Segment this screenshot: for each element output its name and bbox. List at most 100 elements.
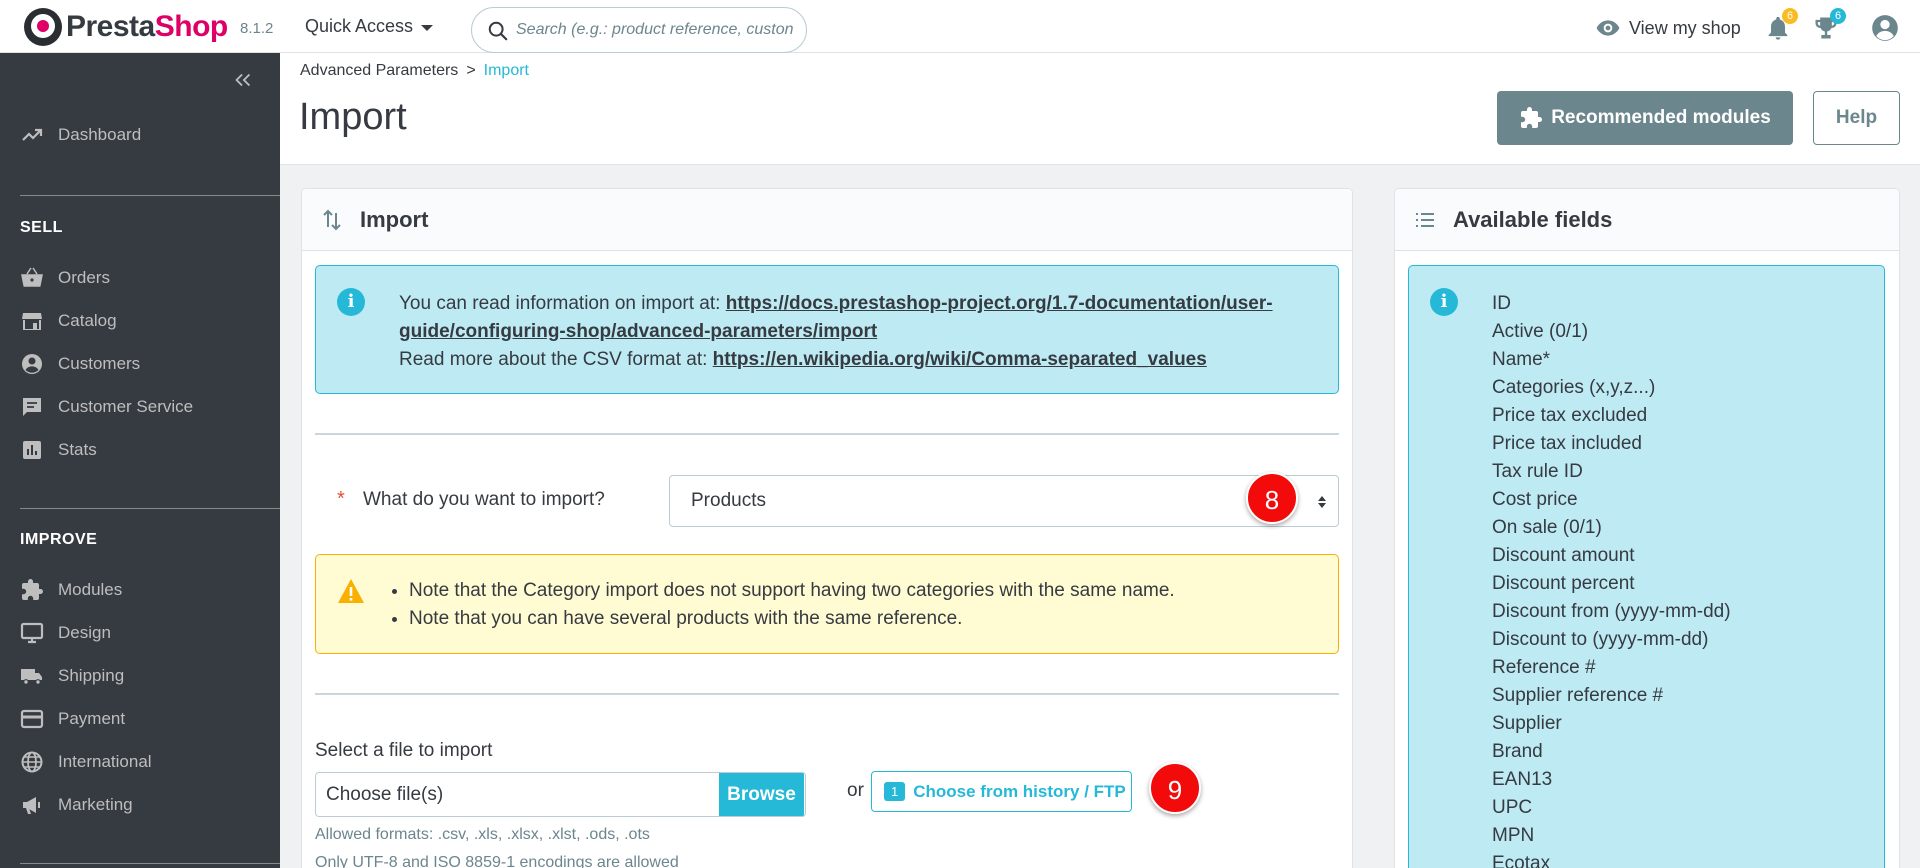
sidebar-item-design[interactable]: Design: [20, 621, 270, 645]
search-input[interactable]: [516, 21, 796, 39]
available-field-item: Supplier reference #: [1492, 685, 1664, 706]
recommended-modules-button[interactable]: Recommended modules: [1497, 91, 1793, 145]
trending-up-icon: [22, 128, 43, 141]
quick-access-label: Quick Access: [305, 16, 414, 36]
available-field-item: Active (0/1): [1492, 321, 1589, 342]
sidebar-item-label: Customers: [58, 354, 141, 373]
history-count-badge: 1: [884, 782, 906, 801]
sidebar-item-label: International: [58, 752, 152, 771]
available-field-item: Discount percent: [1492, 573, 1635, 594]
available-field-item: Reference #: [1492, 657, 1596, 678]
sidebar-item-shipping[interactable]: Shipping: [20, 664, 270, 688]
sidebar-item-label: Shipping: [58, 666, 125, 685]
available-fields-header: Available fields: [1395, 189, 1899, 251]
import-docs-link-part1: https://docs.prestashop-project.org/1.7-…: [725, 293, 1273, 314]
view-my-shop-link[interactable]: View my shop: [1595, 15, 1741, 41]
logo-text-presta: Presta: [66, 10, 155, 43]
sidebar-item-label: Customer Service: [58, 397, 194, 416]
eye-icon: [1596, 20, 1620, 36]
account-button[interactable]: [1871, 14, 1899, 42]
warning-icon: [338, 579, 364, 603]
sidebar-item-international[interactable]: International: [20, 750, 270, 774]
sidebar-item-label: Catalog: [58, 311, 117, 330]
list-icon: [1416, 212, 1434, 227]
chat-icon: [23, 398, 41, 416]
info-text-line2: Read more about the CSV format at:: [399, 349, 713, 370]
sidebar-item-label: Design: [58, 623, 111, 642]
logo-icon: [24, 8, 62, 46]
sidebar-item-label: Marketing: [58, 795, 133, 814]
collapse-sidebar-icon[interactable]: [232, 69, 254, 91]
available-field-item: Name*: [1492, 349, 1551, 370]
sort-arrows-icon: [1318, 496, 1326, 508]
breadcrumb-parent[interactable]: Advanced Parameters: [300, 62, 458, 79]
choose-from-history-button[interactable]: 1 Choose from history / FTP: [871, 771, 1132, 812]
import-export-icon: [323, 209, 341, 230]
breadcrumb-current[interactable]: Import: [484, 62, 529, 79]
available-field-item: EAN13: [1492, 769, 1553, 790]
bar-chart-icon: [23, 441, 41, 459]
shopping-basket-icon: [21, 267, 43, 287]
account-circle-icon: [22, 354, 42, 374]
available-field-item: UPC: [1492, 797, 1533, 818]
desktop-icon: [20, 622, 44, 644]
import-entity-select[interactable]: Products: [669, 475, 1339, 527]
available-field-item: Categories (x,y,z...): [1492, 377, 1656, 398]
page-title: Import: [299, 96, 407, 138]
sidebar-item-modules[interactable]: Modules: [20, 578, 270, 602]
step-marker-8: 8: [1246, 472, 1298, 524]
info-text-line1: You can read information on import at:: [399, 293, 726, 314]
what-to-import-label: What do you want to import?: [363, 489, 605, 510]
info-icon: i: [1430, 288, 1458, 316]
sidebar-item-label: Payment: [58, 709, 126, 728]
puzzle-icon: [22, 579, 43, 600]
sidebar-item-customer-service[interactable]: Customer Service: [20, 395, 270, 419]
orders-notifications-button[interactable]: 6: [1812, 8, 1846, 42]
warning-list: Note that the Category import does not s…: [409, 577, 1175, 633]
warning-item: Note that the Category import does not s…: [409, 577, 1175, 605]
version-label: 8.1.2: [240, 20, 274, 37]
browse-button[interactable]: Browse: [719, 773, 804, 816]
help-button[interactable]: Help: [1813, 91, 1900, 145]
sidebar-divider: [20, 863, 280, 864]
prestashop-logo[interactable]: PrestaShop: [24, 8, 228, 46]
megaphone-icon: [23, 797, 40, 814]
store-icon: [22, 313, 42, 330]
info-icon: i: [337, 288, 365, 316]
sidebar-item-stats[interactable]: Stats: [20, 438, 270, 462]
file-upload-group[interactable]: Choose file(s) Browse: [315, 772, 806, 817]
available-field-item: Ecotax: [1492, 853, 1551, 868]
csv-format-link[interactable]: https://en.wikipedia.org/wiki/Comma-sepa…: [713, 349, 1207, 370]
available-field-item: Tax rule ID: [1492, 461, 1583, 482]
notifications-badge: 6: [1782, 8, 1798, 24]
sidebar-divider: [20, 195, 280, 196]
sidebar-section-sell: SELL: [20, 219, 63, 236]
sidebar-item-payment[interactable]: Payment: [20, 707, 270, 731]
user-avatar-icon: [1872, 15, 1898, 41]
sidebar-item-customers[interactable]: Customers: [20, 352, 270, 376]
search-box[interactable]: [471, 7, 807, 53]
notifications-button[interactable]: 6: [1764, 8, 1798, 42]
required-asterisk: *: [337, 488, 345, 510]
import-info-alert: i You can read information on import at:…: [315, 265, 1339, 394]
available-field-item: Cost price: [1492, 489, 1578, 510]
available-field-item: Supplier: [1492, 713, 1562, 734]
available-field-item: On sale (0/1): [1492, 517, 1602, 538]
sidebar-item-marketing[interactable]: Marketing: [20, 793, 270, 817]
choose-from-history-label: Choose from history / FTP: [913, 781, 1126, 801]
available-fields-box: i ID Active (0/1) Name* Categories (x,y,z..…: [1408, 265, 1885, 868]
caret-down-icon: [421, 24, 434, 31]
file-name-field[interactable]: Choose file(s): [316, 773, 719, 816]
globe-icon: [21, 751, 43, 773]
available-fields-list: ID Active (0/1) Name* Categories (x,y,z...)…: [1492, 290, 1731, 868]
quick-access-dropdown[interactable]: Quick Access: [305, 16, 434, 37]
available-field-item: Price tax included: [1492, 433, 1642, 454]
sidebar-item-orders[interactable]: Orders: [20, 266, 270, 290]
sidebar-item-catalog[interactable]: Catalog: [20, 309, 270, 333]
breadcrumb-separator: >: [466, 62, 476, 79]
sidebar-item-dashboard[interactable]: Dashboard: [20, 123, 270, 147]
breadcrumb: Advanced Parameters > Import: [300, 62, 529, 80]
section-divider: [315, 433, 1339, 435]
sidebar-item-label: Stats: [58, 440, 97, 459]
import-card-title: Import: [360, 206, 429, 232]
